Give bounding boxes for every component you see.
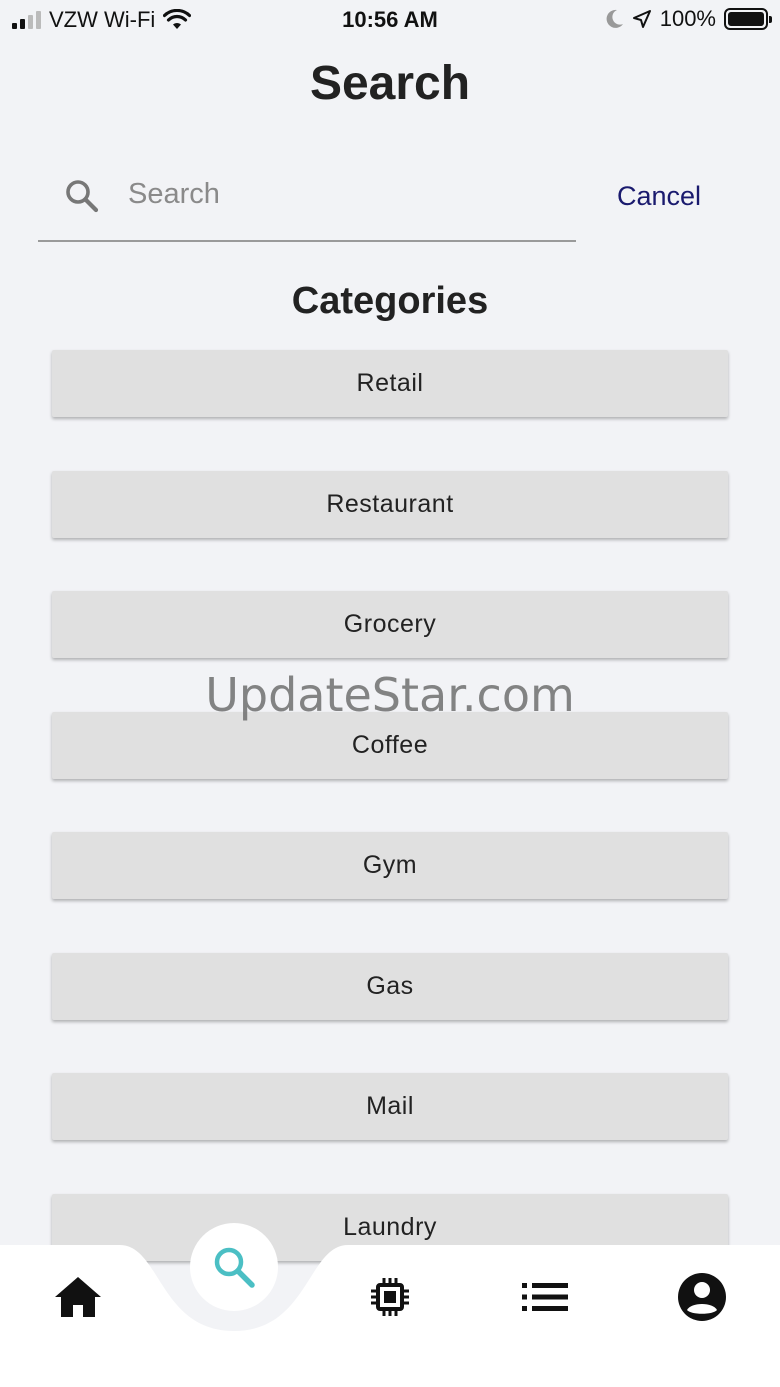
categories-title: Categories [291, 280, 489, 322]
page-title: Search [309, 57, 471, 110]
nav-chip[interactable] [360, 1267, 420, 1327]
category-list: Retail Restaurant Grocery Coffee Gym Gas… [52, 350, 728, 1314]
location-arrow-icon [632, 10, 651, 28]
bottom-nav [0, 1223, 780, 1387]
chip-icon [371, 1278, 409, 1316]
search-icon [214, 1247, 255, 1288]
list-icon [522, 1283, 568, 1311]
nav-profile[interactable] [672, 1267, 732, 1327]
battery-percent: 100% [659, 6, 716, 31]
category-retail-button[interactable]: Retail [52, 350, 728, 417]
search-input[interactable] [128, 172, 558, 216]
moon-icon [606, 9, 623, 28]
nav-home[interactable] [48, 1267, 108, 1327]
category-mail-button[interactable]: Mail [52, 1073, 728, 1140]
home-icon [55, 1277, 101, 1317]
category-grocery-button[interactable]: Grocery [52, 591, 728, 658]
nav-search[interactable] [190, 1223, 278, 1311]
category-gas-button[interactable]: Gas [52, 952, 728, 1020]
category-gym-button[interactable]: Gym [52, 832, 728, 899]
nav-list[interactable] [515, 1267, 575, 1327]
status-bar: VZW Wi-Fi 10:56 AM 100% [0, 0, 780, 40]
search-icon [66, 180, 99, 213]
status-right: 100% [606, 6, 772, 32]
battery-icon [724, 8, 772, 30]
cancel-button[interactable]: Cancel [596, 178, 722, 214]
account-icon [678, 1273, 726, 1321]
category-coffee-button[interactable]: Coffee [52, 711, 728, 779]
category-restaurant-button[interactable]: Restaurant [52, 470, 728, 538]
search-field[interactable] [38, 160, 576, 242]
